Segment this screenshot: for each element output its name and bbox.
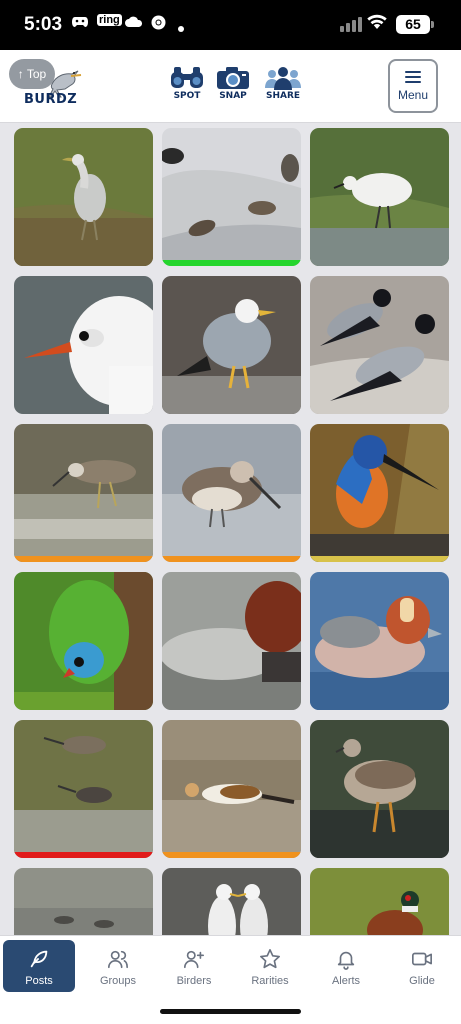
spot-nav[interactable]: SPOT xyxy=(165,66,209,101)
snap-nav[interactable]: SNAP xyxy=(211,66,255,101)
user-plus-icon xyxy=(184,950,204,969)
tab-birders[interactable]: Birders xyxy=(158,940,230,992)
star-icon xyxy=(260,949,280,969)
tab-groups[interactable]: Groups xyxy=(82,940,154,992)
home-indicator-area xyxy=(0,997,461,1024)
tab-groups-label: Groups xyxy=(99,975,137,987)
photo-tile-dowitcher[interactable] xyxy=(162,424,301,562)
app-header: BURDZ ↑ Top SPOT SNAP SHARE Menu xyxy=(0,50,461,123)
bell-icon xyxy=(337,951,355,970)
photo-tile-snow-bunting[interactable] xyxy=(162,720,301,858)
signal-icon xyxy=(340,16,362,32)
status-time: 5:03 xyxy=(24,14,63,35)
photo-tile-ruff[interactable] xyxy=(310,720,449,858)
photo-tile-hooded-crows[interactable] xyxy=(310,276,449,414)
people-icon xyxy=(265,67,301,90)
photo-tile-kingfisher[interactable] xyxy=(310,424,449,562)
photo-tile-sparrows[interactable] xyxy=(162,128,301,266)
camera-icon xyxy=(217,67,249,89)
menu-button[interactable]: Menu xyxy=(388,59,438,113)
tab-alerts[interactable]: Alerts xyxy=(310,940,382,992)
users-icon xyxy=(108,950,128,969)
logo-text: BURDZ xyxy=(24,92,78,107)
ring-icon: ring xyxy=(97,14,122,26)
rarity-bar xyxy=(162,556,301,562)
share-label: SHARE xyxy=(265,91,301,101)
battery-tip xyxy=(431,21,434,28)
tab-alerts-label: Alerts xyxy=(331,975,361,987)
tab-rarities-label: Rarities xyxy=(251,975,289,987)
snap-label: SNAP xyxy=(219,91,247,101)
status-bar: 5:03 ring 65 xyxy=(0,0,461,50)
game-controller-icon xyxy=(72,16,88,31)
binoculars-icon xyxy=(171,67,203,88)
photo-tile-gull-head[interactable] xyxy=(14,276,153,414)
hamburger-icon xyxy=(405,71,421,83)
photo-tile-pochard[interactable] xyxy=(162,572,301,710)
spot-label: SPOT xyxy=(173,91,201,101)
cloud-icon xyxy=(125,16,143,31)
tab-posts[interactable]: Posts xyxy=(3,940,75,992)
photo-tile-herring-gull[interactable] xyxy=(162,276,301,414)
menu-label: Menu xyxy=(397,88,429,102)
tab-posts-label: Posts xyxy=(25,975,53,987)
rarity-bar xyxy=(310,556,449,562)
photo-tile-godwits[interactable] xyxy=(14,720,153,858)
home-indicator[interactable] xyxy=(160,1009,301,1014)
tab-glide[interactable]: Glide xyxy=(386,940,458,992)
share-nav[interactable]: SHARE xyxy=(261,66,305,101)
battery-level: 65 xyxy=(396,15,430,34)
photo-tile-egret[interactable] xyxy=(310,128,449,266)
bottom-navigation: Posts Groups Birders Rarities Alerts Gli… xyxy=(0,935,461,997)
photo-tile-parakeet[interactable] xyxy=(14,572,153,710)
tab-birders-label: Birders xyxy=(176,975,212,987)
rarity-bar xyxy=(162,852,301,858)
chrome-icon xyxy=(151,15,166,33)
photo-tile-grey-heron[interactable] xyxy=(14,128,153,266)
rarity-bar xyxy=(14,556,153,562)
scroll-top-button[interactable]: ↑ Top xyxy=(9,59,55,89)
feather-icon xyxy=(30,950,48,968)
video-icon xyxy=(412,952,432,966)
rarity-bar xyxy=(14,852,153,858)
tab-glide-label: Glide xyxy=(409,975,435,987)
tab-rarities[interactable]: Rarities xyxy=(234,940,306,992)
rarity-bar xyxy=(162,260,301,266)
dot-icon xyxy=(178,20,184,35)
wifi-icon xyxy=(366,13,388,35)
photo-tile-greenshank[interactable] xyxy=(14,424,153,562)
photo-tile-wigeon[interactable] xyxy=(310,572,449,710)
